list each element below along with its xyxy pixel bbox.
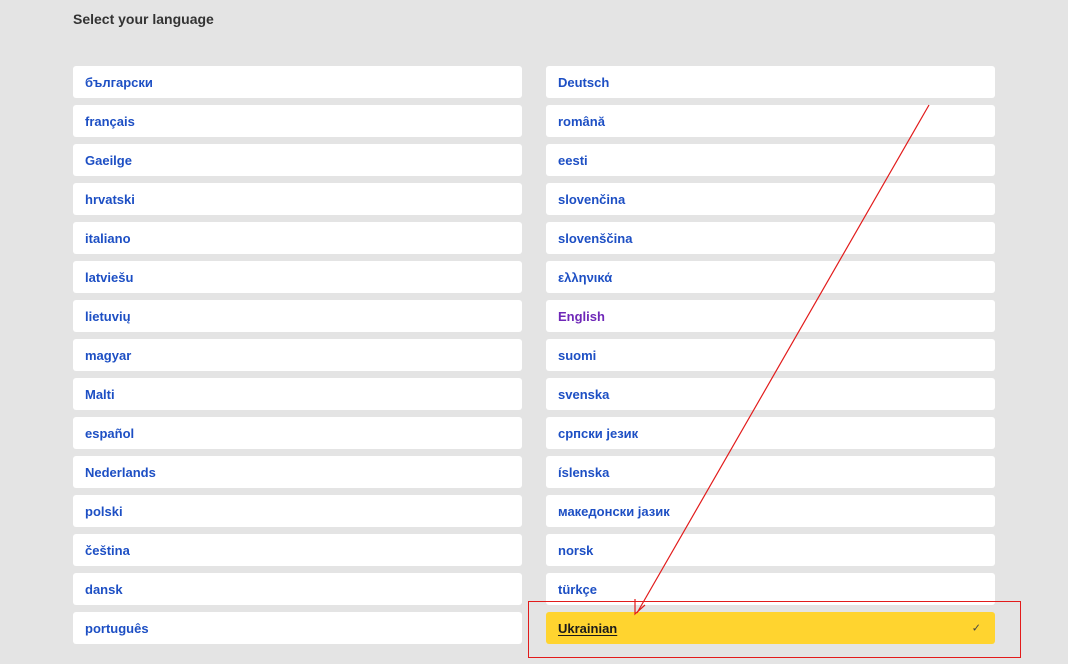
language-list-left: български français Gaeilge hrvatski ital… — [73, 66, 522, 651]
language-label: magyar — [85, 347, 132, 363]
language-label: polski — [85, 503, 123, 519]
language-label: slovenčina — [558, 191, 626, 207]
language-option[interactable]: français — [73, 105, 522, 137]
language-option[interactable]: eesti — [546, 144, 995, 176]
language-option[interactable]: português — [73, 612, 522, 644]
language-label: lietuvių — [85, 308, 131, 324]
language-label: latviešu — [85, 269, 134, 285]
language-label: čeština — [85, 542, 130, 558]
language-option-selected[interactable]: Ukrainian ✓ — [546, 612, 995, 644]
language-option[interactable]: türkçe — [546, 573, 995, 605]
language-label: српски језик — [558, 425, 639, 441]
language-option[interactable]: magyar — [73, 339, 522, 371]
page-title: Select your language — [73, 11, 214, 27]
language-option[interactable]: български — [73, 66, 522, 98]
language-option[interactable]: español — [73, 417, 522, 449]
language-label: italiano — [85, 230, 131, 246]
language-label: Ukrainian — [558, 620, 618, 636]
language-option[interactable]: slovenčina — [546, 183, 995, 215]
language-label: Nederlands — [85, 464, 156, 480]
language-option[interactable]: norsk — [546, 534, 995, 566]
language-option[interactable]: Malti — [73, 378, 522, 410]
language-label: dansk — [85, 581, 123, 597]
language-option[interactable]: íslenska — [546, 456, 995, 488]
language-option[interactable]: română — [546, 105, 995, 137]
language-label: norsk — [558, 542, 594, 558]
language-label: íslenska — [558, 464, 610, 480]
language-option[interactable]: italiano — [73, 222, 522, 254]
language-label: svenska — [558, 386, 610, 402]
language-list-right: Deutsch română eesti slovenčina slovenšč… — [546, 66, 995, 651]
language-option[interactable]: polski — [73, 495, 522, 527]
language-label: English — [558, 308, 605, 324]
language-label: português — [85, 620, 149, 636]
language-label: français — [85, 113, 135, 129]
language-label: ελληνικά — [558, 269, 613, 285]
language-label: български — [85, 74, 153, 90]
language-option[interactable]: српски језик — [546, 417, 995, 449]
language-label: Gaeilge — [85, 152, 132, 168]
language-label: suomi — [558, 347, 597, 363]
language-label: español — [85, 425, 135, 441]
language-label: română — [558, 113, 605, 129]
language-option[interactable]: suomi — [546, 339, 995, 371]
language-option[interactable]: čeština — [73, 534, 522, 566]
language-option[interactable]: Nederlands — [73, 456, 522, 488]
language-option[interactable]: hrvatski — [73, 183, 522, 215]
language-option[interactable]: Gaeilge — [73, 144, 522, 176]
language-option[interactable]: македонски јазик — [546, 495, 995, 527]
language-option[interactable]: dansk — [73, 573, 522, 605]
language-option[interactable]: ελληνικά — [546, 261, 995, 293]
language-label: македонски јазик — [558, 503, 670, 519]
language-label: eesti — [558, 152, 588, 168]
language-label: Deutsch — [558, 74, 610, 90]
language-option[interactable]: latviešu — [73, 261, 522, 293]
check-icon: ✓ — [971, 622, 981, 635]
language-option[interactable]: slovenščina — [546, 222, 995, 254]
language-option[interactable]: Deutsch — [546, 66, 995, 98]
language-label: hrvatski — [85, 191, 135, 207]
language-option[interactable]: lietuvių — [73, 300, 522, 332]
language-label: slovenščina — [558, 230, 633, 246]
language-label: türkçe — [558, 581, 598, 597]
language-option[interactable]: svenska — [546, 378, 995, 410]
language-label: Malti — [85, 386, 115, 402]
language-option-visited[interactable]: English — [546, 300, 995, 332]
